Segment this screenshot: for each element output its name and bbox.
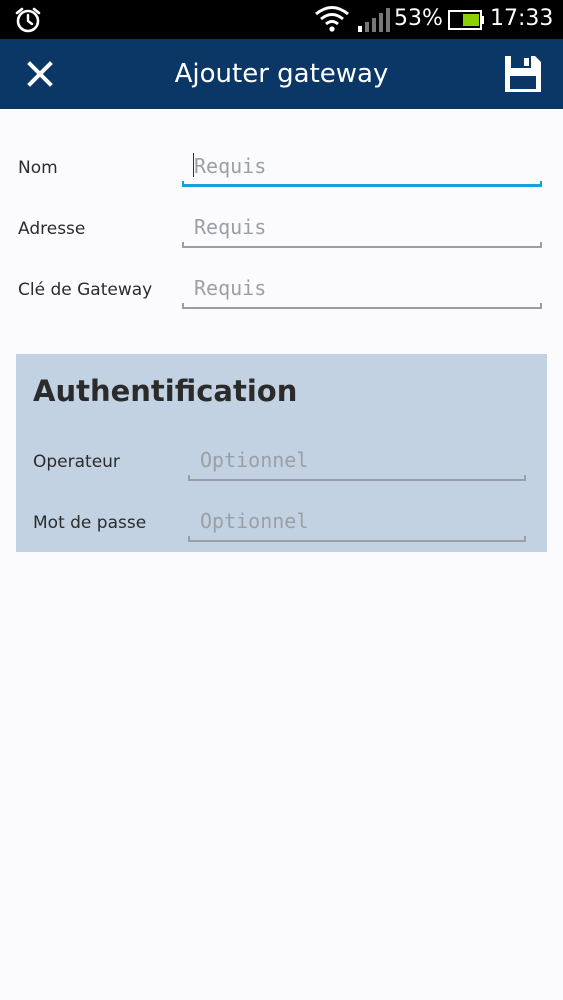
page-title: Ajouter gateway [174,59,389,89]
field-underline [182,303,542,309]
mot-de-passe-label: Mot de passe [33,513,147,533]
form-row-cle: Clé de Gateway [0,231,563,309]
close-icon [27,61,53,87]
mot-de-passe-field[interactable] [188,500,526,542]
form-row-mot-de-passe: Mot de passe [16,464,563,542]
close-button[interactable] [14,50,66,98]
field-underline [188,536,526,542]
form-row-adresse: Adresse [0,170,563,248]
status-bar: 53% 17:33 [0,0,563,39]
signal-icon [358,8,390,32]
alarm-icon [15,7,41,33]
auth-panel: Authentification Operateur Mot de passe [16,354,547,552]
wifi-icon [315,6,349,32]
battery-percent: 53% [394,6,443,31]
cle-gateway-field[interactable] [182,267,542,309]
form-row-nom: Nom [0,109,563,187]
action-bar: Ajouter gateway [0,39,563,109]
form-row-operateur: Operateur [16,403,563,481]
cle-gateway-label: Clé de Gateway [18,280,153,300]
save-icon [505,56,541,92]
save-button[interactable] [496,50,550,98]
battery-icon [448,10,484,30]
clock: 17:33 [490,6,554,31]
